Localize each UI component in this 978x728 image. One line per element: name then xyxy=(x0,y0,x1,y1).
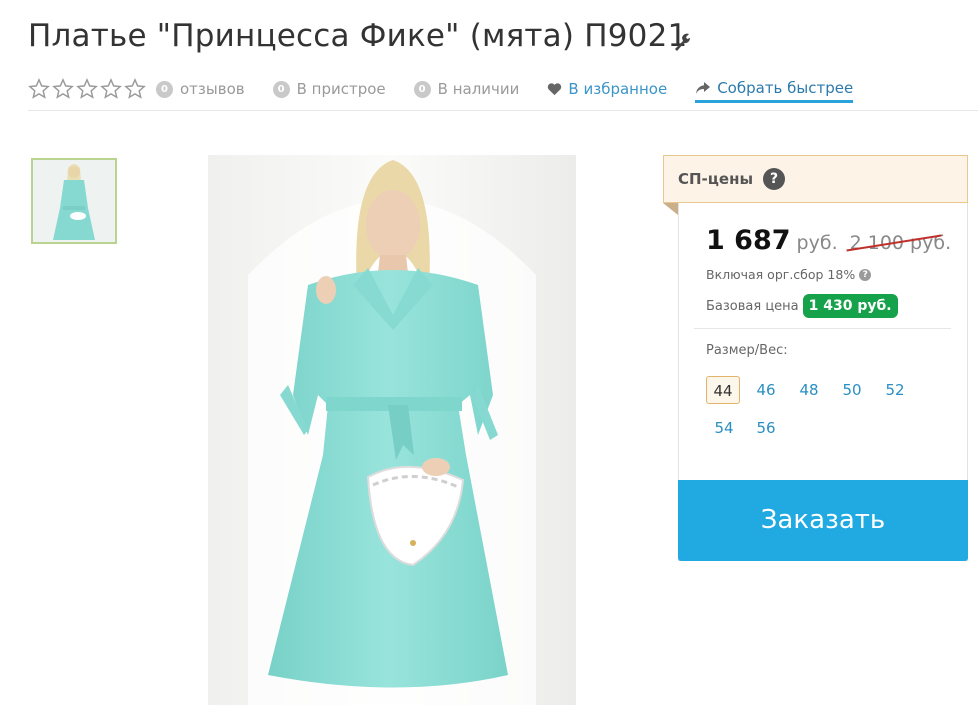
attach-label: В пристрое xyxy=(296,80,386,98)
order-button[interactable]: Заказать xyxy=(678,480,968,561)
reviews-link[interactable]: 0 отзывов xyxy=(156,80,245,98)
base-price-row: Базовая цена 1 430 руб. xyxy=(706,294,898,318)
size-option-56[interactable]: 56 xyxy=(749,414,783,442)
collect-faster-label: Собрать быстрее xyxy=(717,79,854,97)
base-price-badge: 1 430 руб. xyxy=(802,294,898,318)
stock-label: В наличии xyxy=(437,80,520,98)
size-option-48[interactable]: 48 xyxy=(792,376,826,404)
currency-label: руб. xyxy=(796,232,838,254)
rating-stars[interactable] xyxy=(28,78,146,100)
wrench-icon[interactable] xyxy=(672,33,692,51)
banner-fold-decoration xyxy=(663,203,678,215)
price-line: 1 687 руб. 2 100 руб. xyxy=(706,225,951,256)
sp-prices-label: СП-цены xyxy=(678,170,754,188)
sp-prices-banner: СП-цены ? xyxy=(663,155,968,203)
add-to-favorites-link[interactable]: В избранное xyxy=(547,80,667,98)
size-option-46[interactable]: 46 xyxy=(749,376,783,404)
size-option-44[interactable]: 44 xyxy=(706,376,740,404)
help-question-icon[interactable]: ? xyxy=(763,168,786,190)
star-icon[interactable] xyxy=(52,78,74,100)
size-option-52[interactable]: 52 xyxy=(878,376,912,404)
size-label: Размер/Вес: xyxy=(706,343,788,358)
product-title: Платье "Принцесса Фике" (мята) П9021 xyxy=(28,18,688,54)
collect-faster-link[interactable]: Собрать быстрее xyxy=(695,79,854,103)
star-icon[interactable] xyxy=(76,78,98,100)
fee-note: Включая орг.сбор 18% ? xyxy=(706,267,872,282)
dress-photo-image xyxy=(208,155,576,705)
fee-help-icon[interactable]: ? xyxy=(859,268,872,281)
current-price: 1 687 xyxy=(706,225,791,256)
price-divider xyxy=(694,328,951,329)
base-price-label: Базовая цена xyxy=(706,298,799,314)
star-icon[interactable] xyxy=(28,78,50,100)
attach-link[interactable]: 0 В пристрое xyxy=(272,80,386,98)
old-price: 2 100 руб. xyxy=(846,232,951,254)
reviews-label: отзывов xyxy=(180,80,245,98)
star-icon[interactable] xyxy=(124,78,146,100)
product-thumbnail[interactable] xyxy=(31,158,117,244)
size-option-50[interactable]: 50 xyxy=(835,376,869,404)
star-icon[interactable] xyxy=(100,78,122,100)
reviews-count-badge: 0 xyxy=(156,80,173,98)
size-option-54[interactable]: 54 xyxy=(707,414,741,442)
fee-note-text: Включая орг.сбор 18% xyxy=(706,267,856,282)
stock-link[interactable]: 0 В наличии xyxy=(413,80,520,98)
header-divider xyxy=(28,110,978,111)
favorites-label: В избранное xyxy=(568,80,668,98)
share-arrow-icon xyxy=(696,82,711,94)
main-product-photo[interactable] xyxy=(208,155,576,705)
stock-count-badge: 0 xyxy=(413,80,431,98)
attach-count-badge: 0 xyxy=(272,80,290,98)
thumbnail-image xyxy=(33,160,115,242)
product-meta-bar: 0 отзывов 0 В пристрое 0 В наличии В изб… xyxy=(28,77,854,103)
heart-icon xyxy=(548,83,562,96)
